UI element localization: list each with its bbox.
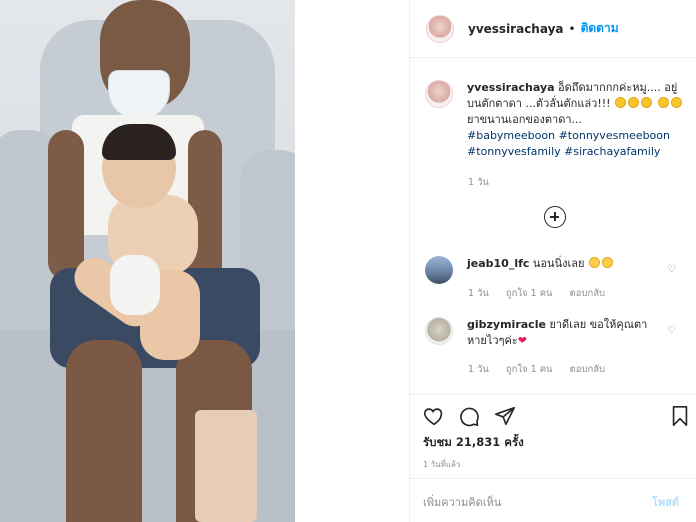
plus-circle-icon[interactable] bbox=[544, 206, 566, 228]
comment-item: gibzymiracle ยาดีเลย ขอให้คุณตาหายไวๆค่ะ… bbox=[425, 317, 690, 349]
heart-eyes-emoji-icon bbox=[588, 257, 600, 268]
heart-icon[interactable] bbox=[423, 405, 445, 427]
knee-support bbox=[195, 410, 257, 522]
post-header: yvessirachaya • ติดตาม bbox=[410, 0, 696, 58]
caption-line2: ยาขนานเอกของตาดา... bbox=[467, 113, 583, 126]
separator-dot: • bbox=[568, 21, 576, 36]
view-count[interactable]: รับชม 21,831 ครั้ง bbox=[423, 434, 524, 452]
baby-diaper bbox=[110, 255, 160, 315]
commenter-avatar[interactable] bbox=[425, 256, 453, 284]
follow-button[interactable]: ติดตาม bbox=[581, 19, 619, 38]
author-avatar[interactable] bbox=[426, 14, 454, 43]
comment-likes[interactable]: ถูกใจ 1 คน bbox=[506, 286, 553, 301]
red-heart-emoji-icon: ❤ bbox=[517, 334, 527, 347]
hashtags-line1[interactable]: #babymeeboon #tonnyvesmeeboon bbox=[467, 129, 670, 142]
grandfather-left-arm bbox=[48, 130, 84, 280]
caption-author-avatar[interactable] bbox=[425, 80, 453, 108]
emoji-icon bbox=[641, 97, 653, 108]
reply-button[interactable]: ตอบกลับ bbox=[570, 362, 606, 377]
comment-body: นอนนิ่งเลย bbox=[532, 257, 585, 270]
comment-time: 1 วัน bbox=[468, 288, 489, 299]
comment-icon[interactable] bbox=[458, 405, 480, 427]
baby-hair bbox=[102, 124, 176, 160]
caption-text: yvessirachaya อ็ดถึดมากกกค่ะหมู.... อยู่… bbox=[467, 80, 690, 160]
actions-divider bbox=[409, 394, 696, 395]
post-comment-button[interactable]: โพสต์ bbox=[652, 493, 679, 511]
commenter-avatar[interactable] bbox=[425, 317, 453, 345]
comment-likes[interactable]: ถูกใจ 1 คน bbox=[506, 362, 553, 377]
commenter-username[interactable]: gibzymiracle bbox=[467, 318, 546, 331]
caption-username[interactable]: yvessirachaya bbox=[467, 81, 555, 94]
author-username[interactable]: yvessirachaya bbox=[468, 22, 564, 36]
comment-text: gibzymiracle ยาดีเลย ขอให้คุณตาหายไวๆค่ะ… bbox=[467, 317, 652, 349]
commenter-username[interactable]: jeab10_lfc bbox=[467, 257, 529, 270]
post-timestamp: 1 วันที่แล้ว bbox=[423, 460, 461, 469]
comment-time: 1 วัน bbox=[468, 364, 489, 375]
comment-item: jeab10_lfc นอนนิ่งเลย bbox=[425, 256, 690, 284]
post-media[interactable] bbox=[0, 0, 295, 522]
emoji-icon bbox=[628, 97, 640, 108]
comment-meta: 1 วัน ถูกใจ 1 คน ตอบกลับ bbox=[468, 286, 605, 301]
comment-meta: 1 วัน ถูกใจ 1 คน ตอบกลับ bbox=[468, 362, 605, 377]
emoji-icon bbox=[670, 97, 682, 108]
reply-button[interactable]: ตอบกลับ bbox=[570, 286, 606, 301]
caption-time: 1 วัน bbox=[468, 177, 489, 188]
share-icon[interactable] bbox=[494, 405, 516, 427]
heart-eyes-emoji-icon bbox=[601, 257, 613, 268]
comment-text: jeab10_lfc นอนนิ่งเลย bbox=[467, 256, 657, 284]
comment-divider bbox=[409, 478, 696, 479]
bookmark-icon[interactable] bbox=[669, 405, 691, 427]
emoji-icon bbox=[615, 97, 627, 108]
add-comment-input[interactable]: เพิ่มความคิดเห็น bbox=[423, 493, 501, 511]
comment-like-heart-icon[interactable]: ♡ bbox=[667, 325, 676, 336]
emoji-icon bbox=[657, 97, 669, 108]
post-caption: yvessirachaya อ็ดถึดมากกกค่ะหมู.... อยู่… bbox=[425, 80, 690, 160]
comment-like-heart-icon[interactable]: ♡ bbox=[667, 264, 676, 275]
grandfather-left-leg bbox=[66, 340, 142, 522]
hashtags-line2[interactable]: #tonnyvesfamily #sirachayafamily bbox=[467, 145, 660, 158]
